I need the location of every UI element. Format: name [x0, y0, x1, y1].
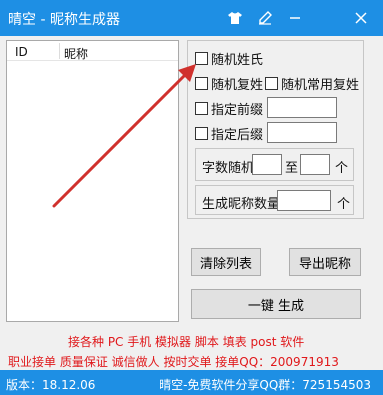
- status-bar: 版本：18.12.06 晴空-免费软件分享QQ群：725154503: [0, 370, 383, 395]
- qq-group-label: 晴空-免费软件分享QQ群：725154503: [159, 378, 371, 392]
- version-label: 版本：18.12.06: [6, 378, 96, 392]
- annotation-arrow: [52, 64, 196, 208]
